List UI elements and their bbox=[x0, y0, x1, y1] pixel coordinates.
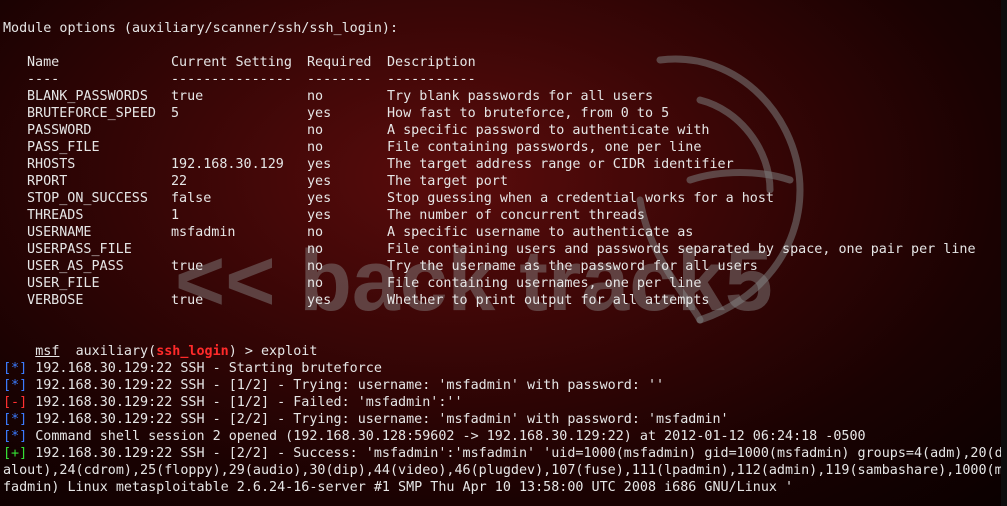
option-name: RPORT bbox=[27, 174, 68, 189]
option-description: A specific password to authenticate with bbox=[387, 123, 710, 138]
option-required: yes bbox=[307, 191, 332, 206]
module-options-header: Module options (auxiliary/scanner/ssh/ss… bbox=[3, 21, 399, 36]
option-name: BLANK_PASSWORDS bbox=[27, 89, 148, 104]
option-setting: 5 bbox=[171, 106, 180, 121]
option-name: STOP_ON_SUCCESS bbox=[27, 191, 148, 206]
option-setting: false bbox=[171, 191, 212, 206]
column-description: Description bbox=[387, 55, 476, 70]
module-suffix: ) > bbox=[228, 344, 261, 359]
option-setting: 22 bbox=[171, 174, 188, 189]
option-description: The target address range or CIDR identif… bbox=[387, 157, 734, 172]
option-name: USERNAME bbox=[27, 225, 92, 240]
option-name: THREADS bbox=[27, 208, 84, 223]
output-text: Command shell session 2 opened (192.168.… bbox=[27, 429, 866, 444]
status-marker: [*] bbox=[3, 361, 28, 376]
option-description: Try blank passwords for all users bbox=[387, 89, 654, 104]
option-description: The number of concurrent threads bbox=[387, 208, 645, 223]
status-marker: [-] bbox=[3, 395, 28, 410]
option-description: Try the username as the password for all… bbox=[387, 259, 758, 274]
option-required: no bbox=[307, 123, 324, 138]
option-name: PASS_FILE bbox=[27, 140, 100, 155]
command-text: exploit bbox=[261, 344, 318, 359]
option-setting: true bbox=[171, 259, 204, 274]
msf-prompt-label: msf bbox=[35, 344, 60, 359]
module-prefix: auxiliary( bbox=[75, 344, 157, 359]
option-required: yes bbox=[307, 293, 332, 308]
status-marker: [+] bbox=[3, 446, 28, 461]
option-description: The target port bbox=[387, 174, 508, 189]
column-required: Required bbox=[307, 55, 372, 70]
option-description: Stop guessing when a credential works fo… bbox=[387, 191, 774, 206]
output-line: [*] 192.168.30.129:22 SSH - [2/2] - Tryi… bbox=[3, 411, 729, 428]
rule-setting: --------------- bbox=[171, 72, 292, 87]
status-marker: [*] bbox=[3, 429, 28, 444]
option-name: USER_AS_PASS bbox=[27, 259, 124, 274]
option-required: no bbox=[307, 259, 324, 274]
column-name: Name bbox=[27, 55, 60, 70]
rule-name: ---- bbox=[27, 72, 60, 87]
option-required: no bbox=[307, 89, 324, 104]
output-wrapped-line: alout),24(cdrom),25(floppy),29(audio),30… bbox=[3, 463, 1007, 478]
status-marker: [*] bbox=[3, 412, 28, 427]
option-name: USERPASS_FILE bbox=[27, 242, 132, 257]
option-name: BRUTEFORCE_SPEED bbox=[27, 106, 156, 121]
option-required: yes bbox=[307, 106, 332, 121]
module-name: ssh_login bbox=[156, 344, 229, 359]
option-required: no bbox=[307, 242, 324, 257]
option-required: no bbox=[307, 140, 324, 155]
option-setting: 192.168.30.129 bbox=[171, 157, 284, 172]
output-line: [+] 192.168.30.129:22 SSH - [2/2] - Succ… bbox=[3, 445, 1007, 462]
option-setting: msfadmin bbox=[171, 225, 236, 240]
scrollbar[interactable] bbox=[1001, 0, 1007, 506]
option-setting: 1 bbox=[171, 208, 180, 223]
output-text: 192.168.30.129:22 SSH - [1/2] - Failed: … bbox=[27, 395, 463, 410]
option-description: File containing usernames, one per line bbox=[387, 276, 702, 291]
table-header: Name Current Setting Required Descriptio… bbox=[3, 54, 476, 71]
output-line: [*] 192.168.30.129:22 SSH - Starting bru… bbox=[3, 360, 382, 377]
column-setting: Current Setting bbox=[171, 55, 292, 70]
option-name: RHOSTS bbox=[27, 157, 76, 172]
option-name: USER_FILE bbox=[27, 276, 100, 291]
option-description: Whether to print output for all attempts bbox=[387, 293, 710, 308]
output-line: [*] 192.168.30.129:22 SSH - [1/2] - Tryi… bbox=[3, 377, 664, 394]
option-required: yes bbox=[307, 174, 332, 189]
option-name: VERBOSE bbox=[27, 293, 84, 308]
terminal-window[interactable]: << back track5 Module options (auxiliary… bbox=[0, 0, 1007, 506]
option-setting: true bbox=[171, 89, 204, 104]
output-text: 192.168.30.129:22 SSH - [2/2] - Trying: … bbox=[27, 412, 729, 427]
output-text: 192.168.30.129:22 SSH - [1/2] - Trying: … bbox=[27, 378, 665, 393]
output-line: [-] 192.168.30.129:22 SSH - [1/2] - Fail… bbox=[3, 394, 463, 411]
option-setting: true bbox=[171, 293, 204, 308]
status-marker: [*] bbox=[3, 378, 28, 393]
output-wrapped-line: fadmin) Linux metasploitable 2.6.24-16-s… bbox=[3, 480, 794, 495]
output-text: 192.168.30.129:22 SSH - Starting brutefo… bbox=[27, 361, 382, 376]
option-description: File containing passwords, one per line bbox=[387, 140, 702, 155]
option-required: no bbox=[307, 276, 324, 291]
option-description: How fast to bruteforce, from 0 to 5 bbox=[387, 106, 670, 121]
option-description: File containing users and passwords sepa… bbox=[387, 242, 976, 257]
option-name: PASSWORD bbox=[27, 123, 92, 138]
option-required: yes bbox=[307, 157, 332, 172]
command-prompt[interactable]: msf auxiliary(ssh_login) > exploit bbox=[3, 326, 317, 359]
table-rule: ---- --------------- -------- ----------… bbox=[3, 71, 476, 88]
output-line: [*] Command shell session 2 opened (192.… bbox=[3, 428, 866, 445]
option-required: no bbox=[307, 225, 324, 240]
rule-required: -------- bbox=[307, 72, 372, 87]
option-description: A specific username to authenticate as bbox=[387, 225, 694, 240]
option-required: yes bbox=[307, 208, 332, 223]
rule-description: ----------- bbox=[387, 72, 476, 87]
output-text: 192.168.30.129:22 SSH - [2/2] - Success:… bbox=[27, 446, 1007, 461]
